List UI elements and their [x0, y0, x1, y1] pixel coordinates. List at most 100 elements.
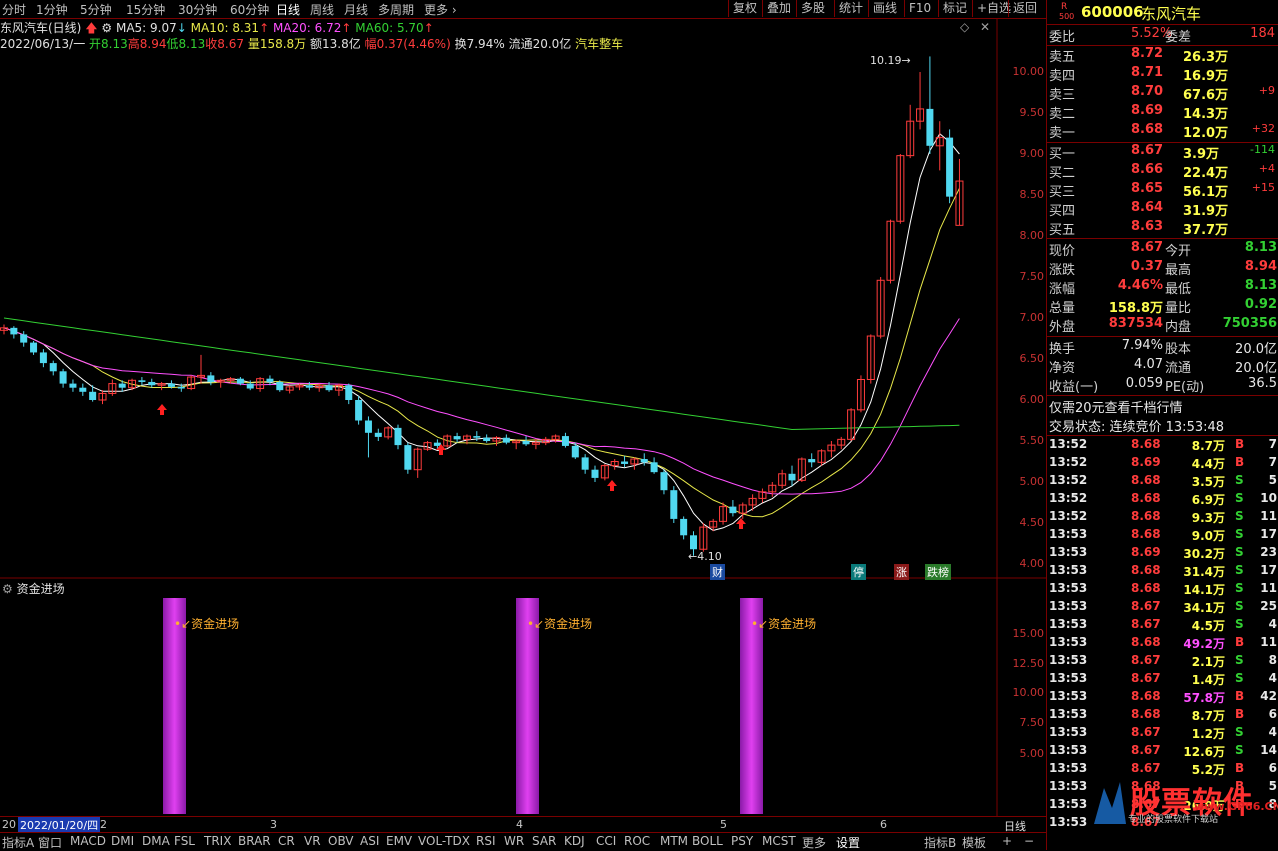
tab-template[interactable]: 模板: [962, 834, 986, 851]
candle-body: [660, 472, 668, 491]
trade-tick-row: 13:53 8.68 49.2万 B 11: [1049, 635, 1277, 651]
tab-psy[interactable]: PSY: [731, 834, 753, 848]
tab-more[interactable]: 更多: [802, 834, 826, 851]
price-axis-label: 8.00: [1019, 229, 1045, 242]
tab-rsi[interactable]: RSI: [476, 834, 496, 848]
buy-level-row[interactable]: 买四 8.64 31.9万: [1047, 200, 1278, 219]
period-tab-30min[interactable]: 30分钟: [178, 1, 217, 18]
stats-button[interactable]: 统计: [834, 0, 867, 17]
tab-fsl[interactable]: FSL: [174, 834, 195, 848]
period-tab-60min[interactable]: 60分钟: [230, 1, 269, 18]
tab-obv[interactable]: OBV: [328, 834, 354, 848]
period-tab-5min[interactable]: 5分钟: [80, 1, 112, 18]
tab-roc[interactable]: ROC: [624, 834, 650, 848]
candle-body: [30, 342, 38, 353]
tab-cci[interactable]: CCI: [596, 834, 616, 848]
candle-body: [690, 535, 697, 550]
gear-icon[interactable]: ⚙: [2, 582, 13, 596]
tab-dmi[interactable]: DMI: [111, 834, 134, 848]
tab-sar[interactable]: SAR: [532, 834, 556, 848]
candle-body: [502, 437, 510, 443]
candle-body: [177, 386, 185, 389]
sell-level-row[interactable]: 卖一 8.68 12.0万 +32: [1047, 122, 1278, 141]
candle-body: [305, 385, 313, 388]
tab-indicator-b[interactable]: 指标B: [924, 834, 956, 851]
tab-macd[interactable]: MACD: [70, 834, 106, 848]
period-tab-1min[interactable]: 1分钟: [36, 1, 68, 18]
price-axis-label: 5.50: [1019, 434, 1045, 447]
mark-button[interactable]: 标记: [938, 0, 971, 17]
tab-wr[interactable]: WR: [504, 834, 524, 848]
period-tab-more[interactable]: 更多 ›: [424, 1, 457, 18]
trade-tick-row: 13:53 8.68 57.8万 B 42: [1049, 689, 1277, 705]
buy-level-row[interactable]: 买一 8.67 3.9万 -114: [1047, 143, 1278, 162]
tab-emv[interactable]: EMV: [386, 834, 412, 848]
time-axis-label: 2: [100, 818, 107, 831]
tab-vr[interactable]: VR: [304, 834, 321, 848]
tab-dma[interactable]: DMA: [142, 834, 170, 848]
buy-level-row[interactable]: 买五 8.63 37.7万: [1047, 219, 1278, 238]
tab-settings[interactable]: 设置: [836, 834, 860, 851]
finance-badge[interactable]: 财: [710, 564, 725, 580]
tab-cr[interactable]: CR: [278, 834, 295, 848]
period-tab-15min[interactable]: 15分钟: [126, 1, 165, 18]
zoom-in-button[interactable]: +: [1002, 834, 1012, 848]
time-axis-label: 3: [270, 818, 277, 831]
buy-level-row[interactable]: 买三 8.65 56.1万 +15: [1047, 181, 1278, 200]
tab-brar[interactable]: BRAR: [238, 834, 271, 848]
f10-button[interactable]: F10: [904, 0, 935, 17]
price-axis-label: 7.00: [1019, 311, 1045, 324]
kline-chart[interactable]: [0, 18, 1046, 832]
tab-kdj[interactable]: KDJ: [564, 834, 585, 848]
sell-level-row[interactable]: 卖五 8.72 26.3万: [1047, 46, 1278, 65]
zoom-out-button[interactable]: −: [1024, 834, 1034, 848]
fund-entry-label: •↙资金进场: [751, 617, 817, 631]
tab-window[interactable]: 窗口: [38, 834, 62, 851]
period-tab-fenshi[interactable]: 分时: [2, 1, 26, 18]
ma60-line: [3, 317, 960, 431]
tab-indicator-a[interactable]: 指标A: [2, 834, 34, 851]
period-tab-weekly[interactable]: 周线: [310, 1, 334, 18]
sell-level-row[interactable]: 卖三 8.70 67.6万 +9: [1047, 84, 1278, 103]
trade-tick-row: 13:53 8.67 1.2万 S 4: [1049, 725, 1277, 741]
trade-tick-row: 13:53 8.67 4.5万 S 4: [1049, 617, 1277, 633]
ranking-badge[interactable]: 跌榜: [925, 564, 951, 580]
tab-mtm[interactable]: MTM: [660, 834, 688, 848]
trade-tick-row: 13:53 8.68 14.1万 S 11: [1049, 581, 1277, 597]
trade-tick-row: 13:53 8.69 30.2万 S 23: [1049, 545, 1277, 561]
price-axis-label: 6.00: [1019, 393, 1045, 406]
period-tab-monthly[interactable]: 月线: [344, 1, 368, 18]
draw-line-button[interactable]: 画线: [868, 0, 901, 17]
candle-body: [788, 473, 796, 481]
tab-trix[interactable]: TRIX: [204, 834, 231, 848]
candle-body: [522, 441, 530, 445]
trade-tick-row: 13:52 8.68 8.7万 B 7: [1049, 437, 1277, 453]
tab-mcst[interactable]: MCST: [762, 834, 796, 848]
sell-level-row[interactable]: 卖二 8.69 14.3万: [1047, 103, 1278, 122]
candle-body: [167, 383, 175, 387]
tab-asi[interactable]: ASI: [360, 834, 379, 848]
quote-row: 收益(一) 0.059 PE(动) 36.5: [1049, 376, 1277, 395]
price-axis-label: 10.00: [1012, 65, 1045, 78]
sell-level-row[interactable]: 卖四 8.71 16.9万: [1047, 65, 1278, 84]
halt-badge[interactable]: 停: [851, 564, 866, 580]
back-button[interactable]: 返回: [1008, 0, 1041, 17]
trade-tick-row: 13:53 8.67 1.4万 S 4: [1049, 671, 1277, 687]
candle-body: [946, 137, 954, 197]
period-tab-multi[interactable]: 多周期: [378, 1, 414, 18]
multi-stock-button[interactable]: 多股: [796, 0, 829, 17]
overlay-button[interactable]: 叠加: [762, 0, 795, 17]
buy-level-row[interactable]: 买二 8.66 22.4万 +4: [1047, 162, 1278, 181]
quote-row: 现价 8.67 今开 8.13: [1049, 240, 1277, 259]
tab-boll[interactable]: BOLL: [692, 834, 723, 848]
promo-row[interactable]: 仅需20元查看千档行情: [1047, 397, 1278, 416]
period-tab-daily[interactable]: 日线: [276, 1, 300, 18]
rise-badge[interactable]: 涨: [894, 564, 909, 580]
period-toolbar: 分时 1分钟 5分钟 15分钟 30分钟 60分钟 日线 周线 月线 多周期 更…: [0, 0, 1046, 19]
time-axis-label: 20: [2, 818, 16, 831]
fuquan-button[interactable]: 复权: [728, 0, 761, 17]
candle-body: [236, 378, 244, 384]
candle-body: [69, 383, 77, 388]
tab-vol-tdx[interactable]: VOL-TDX: [418, 834, 470, 848]
candle-body: [640, 459, 648, 463]
